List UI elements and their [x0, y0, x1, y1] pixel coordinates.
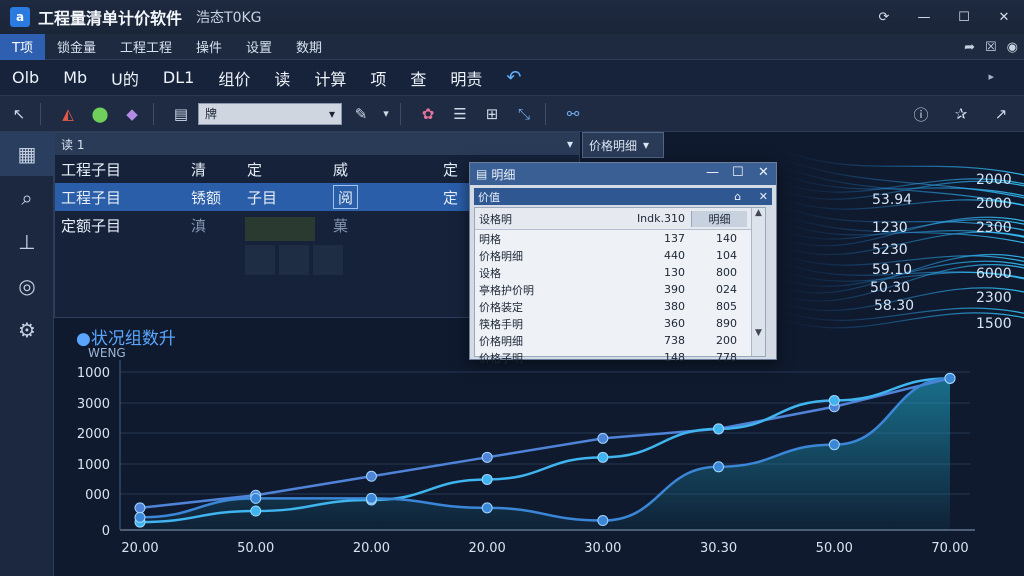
data-point[interactable] — [481, 502, 493, 514]
data-point[interactable] — [365, 470, 377, 482]
x-tick-label: 70.00 — [931, 541, 968, 556]
data-point[interactable] — [365, 492, 377, 504]
data-point[interactable] — [481, 473, 493, 485]
x-tick-label: 50.00 — [816, 541, 853, 556]
x-tick-label: 30.00 — [584, 541, 621, 556]
y-tick-label: 3000 — [77, 397, 110, 412]
y-tick-label: 000 — [85, 488, 110, 503]
data-point[interactable] — [481, 451, 493, 463]
data-point[interactable] — [828, 439, 840, 451]
line-chart: 20.00 50.00 20.00 20.00 30.00 30.30 50.00 70.00… — [77, 360, 975, 556]
y-tick-label: 1000 — [77, 366, 110, 381]
data-point[interactable] — [944, 372, 956, 384]
data-point[interactable] — [597, 515, 609, 527]
data-point[interactable] — [713, 461, 725, 473]
data-point[interactable] — [134, 502, 146, 514]
x-tick-label: 20.00 — [121, 541, 158, 556]
data-point[interactable] — [597, 451, 609, 463]
x-tick-label: 20.00 — [469, 541, 506, 556]
x-tick-label: 20.00 — [353, 541, 390, 556]
data-point[interactable] — [134, 511, 146, 523]
data-point[interactable] — [713, 423, 725, 435]
data-point[interactable] — [597, 432, 609, 444]
y-tick-label: 2000 — [77, 427, 110, 442]
y-tick-label: 0 — [102, 524, 110, 539]
y-tick-label: 1000 — [77, 458, 110, 473]
data-point[interactable] — [250, 492, 262, 504]
data-point[interactable] — [250, 505, 262, 517]
data-point[interactable] — [828, 394, 840, 406]
x-axis-labels: 20.00 50.00 20.00 20.00 30.00 30.30 50.00 70.00 — [121, 541, 968, 556]
x-tick-label: 50.00 — [237, 541, 274, 556]
y-axis-labels: 00001000200030001000 — [77, 366, 110, 539]
x-tick-label: 30.30 — [700, 541, 737, 556]
